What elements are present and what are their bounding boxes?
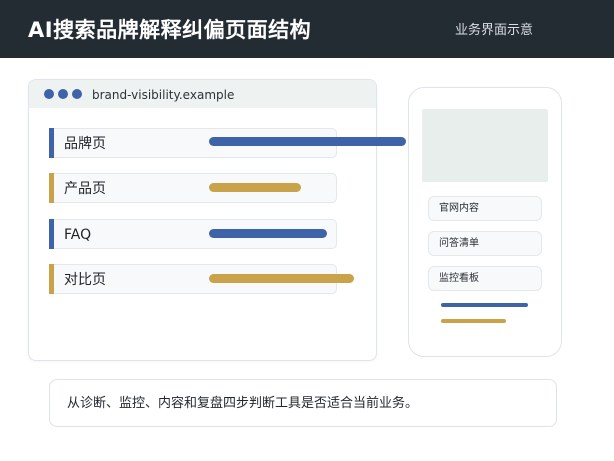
caption-box: 从诊断、监控、内容和复盘四步判断工具是否适合当前业务。 [49,379,557,427]
page-row-label: FAQ [64,227,92,243]
phone-button-label: 官网内容 [439,203,479,214]
faq-page-bar [209,229,327,238]
browser-toolbar: brand-visibility.example [29,80,376,108]
phone-button-monitor-dashboard[interactable]: 监控看板 [428,266,542,291]
product-page-bar [209,183,301,192]
page-row-label: 产品页 [64,181,106,197]
row-accent-marker [49,219,54,249]
page-header: AI搜索品牌解释纠偏页面结构 业务界面示意 [0,0,614,58]
window-dot-icon [72,89,82,99]
phone-button-qa-list[interactable]: 问答清单 [428,231,542,256]
phone-blue-line [441,303,528,307]
row-accent-marker [49,128,54,158]
row-accent-marker [49,173,54,203]
row-accent-marker [49,264,54,294]
browser-window: brand-visibility.example 品牌页 产品页 FAQ 对比页 [28,79,377,361]
page-subtitle: 业务界面示意 [455,23,534,38]
caption-text: 从诊断、监控、内容和复盘四步判断工具是否适合当前业务。 [67,396,419,411]
browser-url: brand-visibility.example [92,88,235,102]
window-dot-icon [58,89,68,99]
phone-screen-placeholder [422,109,548,182]
page-row-label: 品牌页 [64,136,106,152]
phone-gold-line [441,319,506,323]
phone-button-official-content[interactable]: 官网内容 [428,196,542,221]
window-dot-icon [44,89,54,99]
compare-page-bar [209,274,354,283]
page-title: AI搜索品牌解释纠偏页面结构 [28,18,312,42]
phone-button-label: 监控看板 [439,273,479,284]
brand-page-bar [209,137,406,146]
page-row-label: 对比页 [64,272,106,288]
phone-mockup: 官网内容 问答清单 监控看板 [408,87,562,357]
phone-button-label: 问答清单 [439,238,479,249]
